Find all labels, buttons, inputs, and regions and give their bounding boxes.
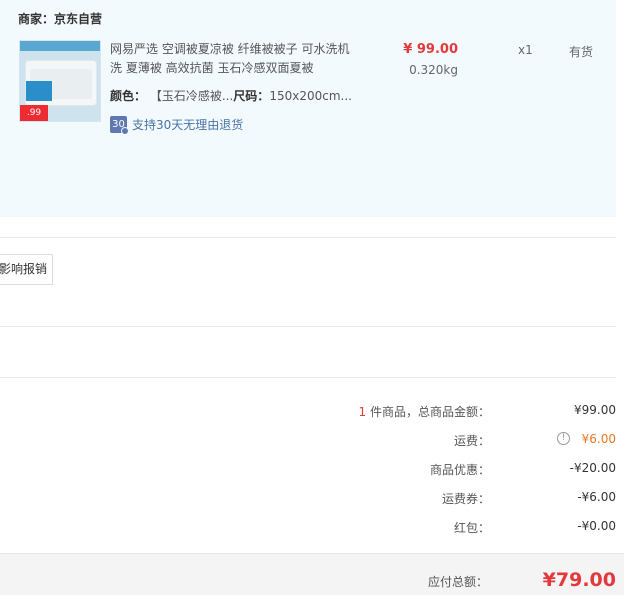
- shipping-row: 运费： ! ¥6.00: [300, 432, 616, 452]
- item-weight: 0.320kg: [409, 63, 458, 77]
- return-30-icon: 30: [110, 116, 129, 135]
- product-image[interactable]: .99: [19, 40, 101, 122]
- shipping-label: 运费：: [453, 434, 490, 448]
- order-confirm-page: 商家：京东自营 .99 网易严选 空调被夏凉被 纤维被被子 可水洗机洗 夏薄被 …: [0, 0, 624, 595]
- product-name-link[interactable]: 网易严选 空调被夏凉被 纤维被被子 可水洗机洗 夏薄被 高效抗菌 玉石冷感双面夏…: [110, 40, 360, 78]
- size-label: 尺码：: [233, 89, 270, 103]
- image-feature-panel: [26, 81, 52, 101]
- goods-total-label: 1 件商品，总商品金额：: [358, 405, 490, 419]
- divider: [0, 326, 616, 327]
- goods-total-row: 1 件商品，总商品金额： ¥99.00: [300, 403, 616, 423]
- invoice-option-button[interactable]: 影响报销: [0, 254, 53, 285]
- stock-status: 有货: [569, 45, 594, 59]
- shipping-coupon-value: -¥6.00: [577, 490, 616, 504]
- divider: [0, 377, 616, 378]
- discount-label: 商品优惠：: [429, 463, 490, 477]
- goods-total-value: ¥99.00: [574, 403, 616, 417]
- product-spec: 颜色： 【玉石冷感被...尺码：150x200cm...: [110, 87, 352, 104]
- image-banner: [20, 41, 100, 51]
- red-packet-value: -¥0.00: [577, 519, 616, 533]
- divider: [0, 237, 616, 238]
- info-icon[interactable]: !: [557, 432, 570, 445]
- return-policy[interactable]: 30 支持30天无理由退货: [110, 116, 244, 135]
- color-label: 颜色：: [110, 89, 147, 103]
- shop-block: 商家：京东自营 .99 网易严选 空调被夏凉被 纤维被被子 可水洗机洗 夏薄被 …: [0, 0, 616, 217]
- total-value: ¥79.00: [542, 569, 616, 591]
- shipping-coupon-row: 运费券： -¥6.00: [300, 490, 616, 510]
- red-packet-row: 红包： -¥0.00: [300, 519, 616, 539]
- return-policy-text: 支持30天无理由退货: [132, 118, 244, 132]
- total-label: 应付总额：: [427, 575, 488, 589]
- item-quantity: x1: [518, 43, 533, 57]
- color-value: 【玉石冷感被...: [149, 89, 234, 103]
- red-packet-label: 红包：: [453, 521, 490, 535]
- item-price: ¥ 99.00: [403, 42, 458, 57]
- discount-row: 商品优惠： -¥20.00: [300, 461, 616, 481]
- size-value: 150x200cm...: [269, 89, 352, 103]
- shipping-value: ¥6.00: [581, 432, 616, 446]
- image-price-tag: .99: [20, 105, 48, 121]
- shop-title: 商家：京东自营: [18, 12, 103, 26]
- total-bar: 应付总额： ¥79.00: [0, 553, 624, 595]
- discount-value: -¥20.00: [569, 461, 616, 475]
- shipping-coupon-label: 运费券：: [441, 492, 490, 506]
